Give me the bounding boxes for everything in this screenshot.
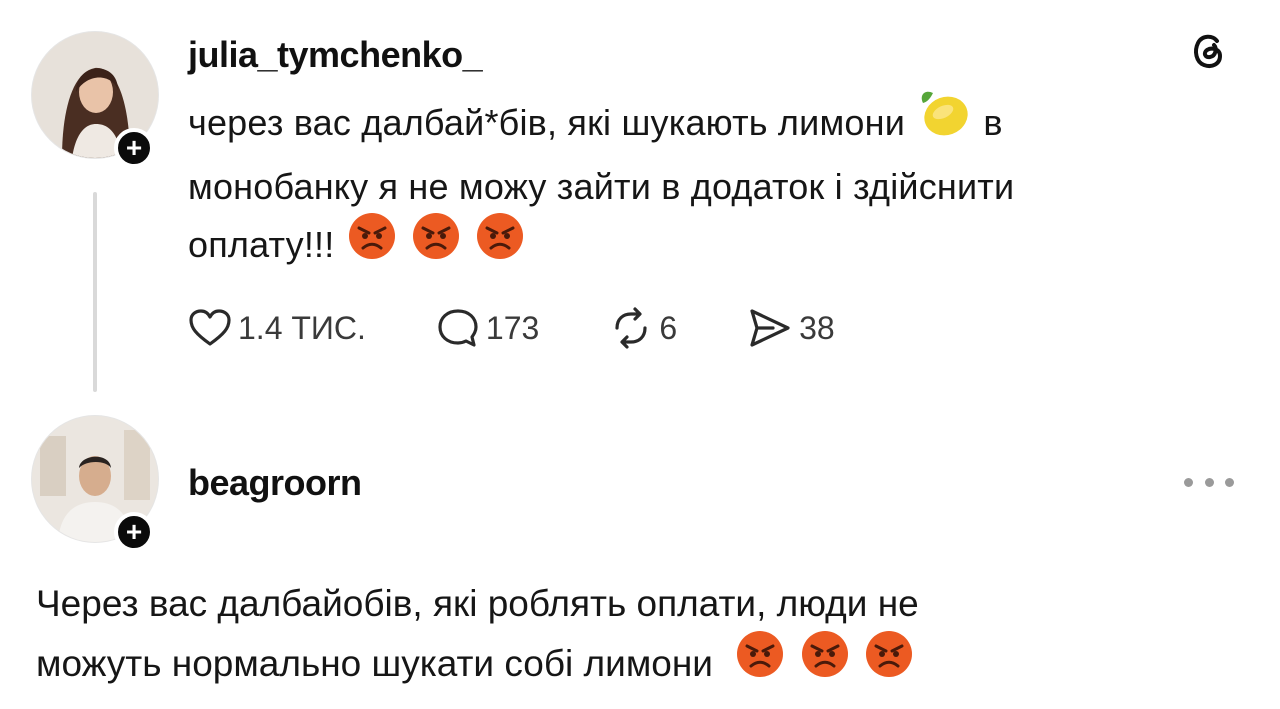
reply-body-line2: можуть нормально шукати собі лимони xyxy=(36,631,919,697)
post-body-line3: оплату!!! xyxy=(188,212,1248,278)
more-dot-icon xyxy=(1184,477,1193,487)
angry-face-emoji-icon xyxy=(345,211,399,278)
threads-screenshot: + julia_tymchenko_ через вас далбай*бів,… xyxy=(0,0,1280,709)
more-dot-icon xyxy=(1204,477,1214,487)
reply-username[interactable]: beagroorn xyxy=(188,462,362,504)
reply-body-line1: Через вас далбайобів, які роблять оплати… xyxy=(36,583,919,624)
repost-button[interactable]: 6 xyxy=(609,306,677,350)
heart-icon xyxy=(189,309,231,346)
lemon-emoji-icon xyxy=(915,87,973,158)
angry-face-emoji-icon xyxy=(473,211,527,278)
like-button[interactable]: 1.4 ТИС. xyxy=(188,308,366,348)
like-count: 1.4 ТИС. xyxy=(238,309,366,346)
post-username[interactable]: julia_tymchenko_ xyxy=(188,34,483,76)
send-icon xyxy=(750,309,790,347)
avatar-beagroorn[interactable]: + xyxy=(32,416,158,552)
reply-body: Через вас далбайобів, які роблять оплати… xyxy=(36,574,919,697)
share-button[interactable]: 38 xyxy=(747,306,835,350)
avatar-julia[interactable]: + xyxy=(32,32,158,168)
repost-count: 6 xyxy=(659,309,678,346)
post-text-line1: через вас далбай*бів, які шукають лимони xyxy=(188,102,906,144)
reply-text-line2: можуть нормально шукати собі лимони xyxy=(36,643,713,684)
angry-face-emoji-icon xyxy=(409,211,463,278)
post-body-line1: через вас далбай*бів, які шукають лимони… xyxy=(188,91,1248,158)
post-body-line2: монобанку я не можу зайти в додаток і зд… xyxy=(188,166,1015,207)
threads-logo-icon[interactable] xyxy=(1186,26,1232,72)
share-count: 38 xyxy=(799,309,835,346)
post-actions: 1.4 ТИС. 173 6 38 xyxy=(188,304,835,352)
repost-icon xyxy=(615,307,647,349)
angry-face-emoji-icon xyxy=(733,629,787,697)
more-options-button[interactable] xyxy=(1184,472,1234,492)
post-text-line3: оплату!!! xyxy=(188,224,335,265)
post-text-line1-end: в xyxy=(983,102,1003,144)
thread-connector-line xyxy=(93,192,97,392)
reply-button[interactable]: 173 xyxy=(436,306,539,350)
angry-face-emoji-icon xyxy=(798,629,852,697)
speech-bubble-icon xyxy=(438,309,478,347)
post-body: через вас далбай*бів, які шукають лимони… xyxy=(188,91,1248,278)
follow-badge-plus-icon[interactable]: + xyxy=(114,128,154,168)
angry-face-emoji-icon xyxy=(862,629,916,697)
follow-badge-plus-icon[interactable]: + xyxy=(114,512,154,552)
reply-count: 173 xyxy=(485,309,540,346)
more-dot-icon xyxy=(1225,477,1234,487)
